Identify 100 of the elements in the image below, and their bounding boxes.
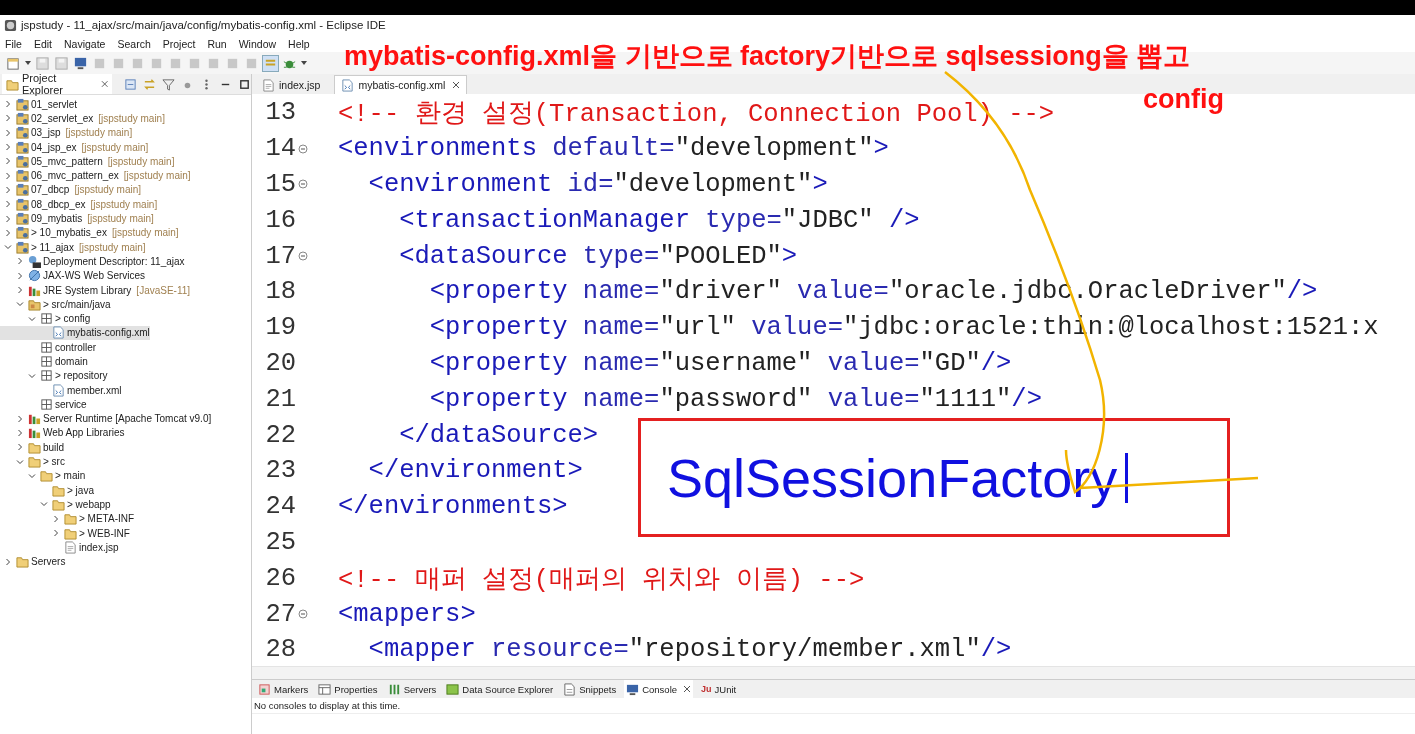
tree-item[interactable]: > META-INF <box>0 511 135 526</box>
collapsed-chevron-icon[interactable] <box>4 157 12 166</box>
source-folder-icon <box>28 297 41 311</box>
tree-item[interactable]: 06_mvc_pattern_ex [jspstudy main] <box>0 168 191 183</box>
collapsed-chevron-icon[interactable] <box>4 214 12 223</box>
package-icon <box>40 369 53 383</box>
view-tab[interactable]: Snippets <box>561 680 619 698</box>
close-icon[interactable] <box>683 685 692 693</box>
app-icon <box>4 18 17 32</box>
collapsed-chevron-icon[interactable] <box>16 414 24 423</box>
collapsed-chevron-icon[interactable] <box>4 557 12 566</box>
tree-item[interactable]: build <box>0 440 65 455</box>
menu-item[interactable]: Search <box>117 37 151 50</box>
expanded-chevron-icon[interactable] <box>4 243 12 252</box>
collapsed-chevron-icon[interactable] <box>16 257 24 266</box>
menu-item[interactable]: Edit <box>33 37 52 50</box>
expanded-chevron-icon[interactable] <box>40 500 48 509</box>
tree-item[interactable]: Server Runtime [Apache Tomcat v9.0] <box>0 411 212 426</box>
tree-item[interactable]: 03_jsp [jspstudy main] <box>0 125 133 140</box>
view-tab[interactable]: Console <box>624 680 694 698</box>
close-icon[interactable] <box>100 80 108 88</box>
collapsed-chevron-icon[interactable] <box>4 171 12 180</box>
collapsed-chevron-icon[interactable] <box>4 100 12 109</box>
code-line: </dataSource> <box>398 420 599 450</box>
tree-item[interactable]: Servers <box>0 554 66 569</box>
horizontal-scrollbar[interactable] <box>252 666 1415 679</box>
tree-item[interactable]: > java <box>0 483 94 498</box>
view-tab[interactable]: Markers <box>256 680 311 698</box>
tree-item[interactable]: JAX-WS Web Services <box>0 268 146 283</box>
tree-item[interactable]: index.jsp <box>0 540 119 555</box>
tree-item[interactable]: 01_servlet <box>0 97 78 112</box>
collapsed-chevron-icon[interactable] <box>52 514 60 523</box>
menu-item[interactable]: File <box>5 37 22 50</box>
menu-item[interactable]: Project <box>162 37 196 50</box>
tree-item[interactable]: 02_servlet_ex [jspstudy main] <box>0 111 165 126</box>
editor-tab[interactable]: index.jsp <box>256 76 327 94</box>
view-tab[interactable]: Properties <box>316 680 380 698</box>
filter-icon[interactable] <box>162 77 175 91</box>
collapsed-chevron-icon[interactable] <box>4 143 12 152</box>
line-number: 25 <box>264 527 296 557</box>
tree-item[interactable]: 05_mvc_pattern [jspstudy main] <box>0 154 175 169</box>
collapsed-chevron-icon[interactable] <box>16 286 24 294</box>
tree-item[interactable]: mybatis-config.xml <box>0 325 150 341</box>
toggle-icon[interactable] <box>263 55 278 71</box>
expanded-chevron-icon[interactable] <box>28 471 36 480</box>
fold-icon[interactable] <box>298 251 308 262</box>
collapse-all-icon[interactable] <box>124 77 137 91</box>
tree-item[interactable]: > repository <box>0 368 108 383</box>
expanded-chevron-icon[interactable] <box>28 371 36 380</box>
menu-item[interactable]: Window <box>238 37 277 50</box>
tree-item[interactable]: > 11_ajax [jspstudy main] <box>0 239 146 255</box>
view-tab[interactable]: Data Source Explorer <box>444 680 556 698</box>
collapsed-chevron-icon[interactable] <box>4 128 12 137</box>
collapsed-chevron-icon[interactable] <box>16 428 24 437</box>
fold-icon[interactable] <box>298 609 308 620</box>
fold-icon[interactable] <box>298 143 308 154</box>
caret-icon[interactable] <box>301 60 307 66</box>
link-arrows-icon[interactable] <box>143 77 156 91</box>
monitor-icon[interactable] <box>73 55 88 71</box>
tree-item[interactable]: > src <box>0 454 65 469</box>
view-tab[interactable]: Ju JUnit <box>699 680 739 698</box>
menu-item[interactable]: Help <box>288 37 310 50</box>
tree-item[interactable]: 08_dbcp_ex [jspstudy main] <box>0 197 158 212</box>
maximize-icon[interactable] <box>238 77 251 91</box>
tree-item[interactable]: member.xml <box>0 382 122 398</box>
tree-item[interactable]: Deployment Descriptor: 11_ajax <box>0 254 185 269</box>
tree-item[interactable]: JRE System Library [JavaSE-11] <box>0 282 191 298</box>
collapsed-chevron-icon[interactable] <box>4 185 12 194</box>
expanded-chevron-icon[interactable] <box>16 457 24 466</box>
tree-item[interactable]: 07_dbcp [jspstudy main] <box>0 182 142 198</box>
menu-item[interactable]: Navigate <box>64 37 106 50</box>
tree-item[interactable]: > config <box>0 311 91 326</box>
caret-icon[interactable] <box>25 60 31 66</box>
collapsed-chevron-icon[interactable] <box>16 271 24 280</box>
expanded-chevron-icon[interactable] <box>28 314 36 323</box>
close-icon[interactable] <box>452 81 461 89</box>
collapsed-chevron-icon[interactable] <box>52 529 60 538</box>
view-tab[interactable]: Servers <box>385 680 439 698</box>
tree-item[interactable]: service <box>0 397 87 412</box>
tree-item[interactable]: 04_jsp_ex [jspstudy main] <box>0 139 149 155</box>
view-tab[interactable]: Project Explorer <box>2 74 112 94</box>
expanded-chevron-icon[interactable] <box>16 300 24 309</box>
tree-item[interactable]: > webapp <box>0 497 111 512</box>
menu-item[interactable]: Run <box>207 37 227 50</box>
collapsed-chevron-icon[interactable] <box>16 443 24 452</box>
folder-icon <box>40 469 53 483</box>
tree-item[interactable]: Web App Libraries <box>0 425 125 441</box>
collapsed-chevron-icon[interactable] <box>4 114 12 123</box>
tree-item[interactable]: domain <box>0 354 88 369</box>
tree-item[interactable]: controller <box>0 340 97 355</box>
fold-icon[interactable] <box>298 179 308 190</box>
editor-tab[interactable]: mybatis-config.xml <box>334 75 468 94</box>
collapsed-chevron-icon[interactable] <box>4 228 12 237</box>
snippets-icon <box>563 682 577 696</box>
tree-item[interactable]: 09_mybatis [jspstudy main] <box>0 211 154 226</box>
tree-item[interactable]: > src/main/java <box>0 297 111 312</box>
tree-item[interactable]: > main <box>0 468 86 483</box>
tree-item[interactable]: > WEB-INF <box>0 525 130 541</box>
tree-item[interactable]: > 10_mybatis_ex [jspstudy main] <box>0 225 179 240</box>
collapsed-chevron-icon[interactable] <box>4 200 12 209</box>
